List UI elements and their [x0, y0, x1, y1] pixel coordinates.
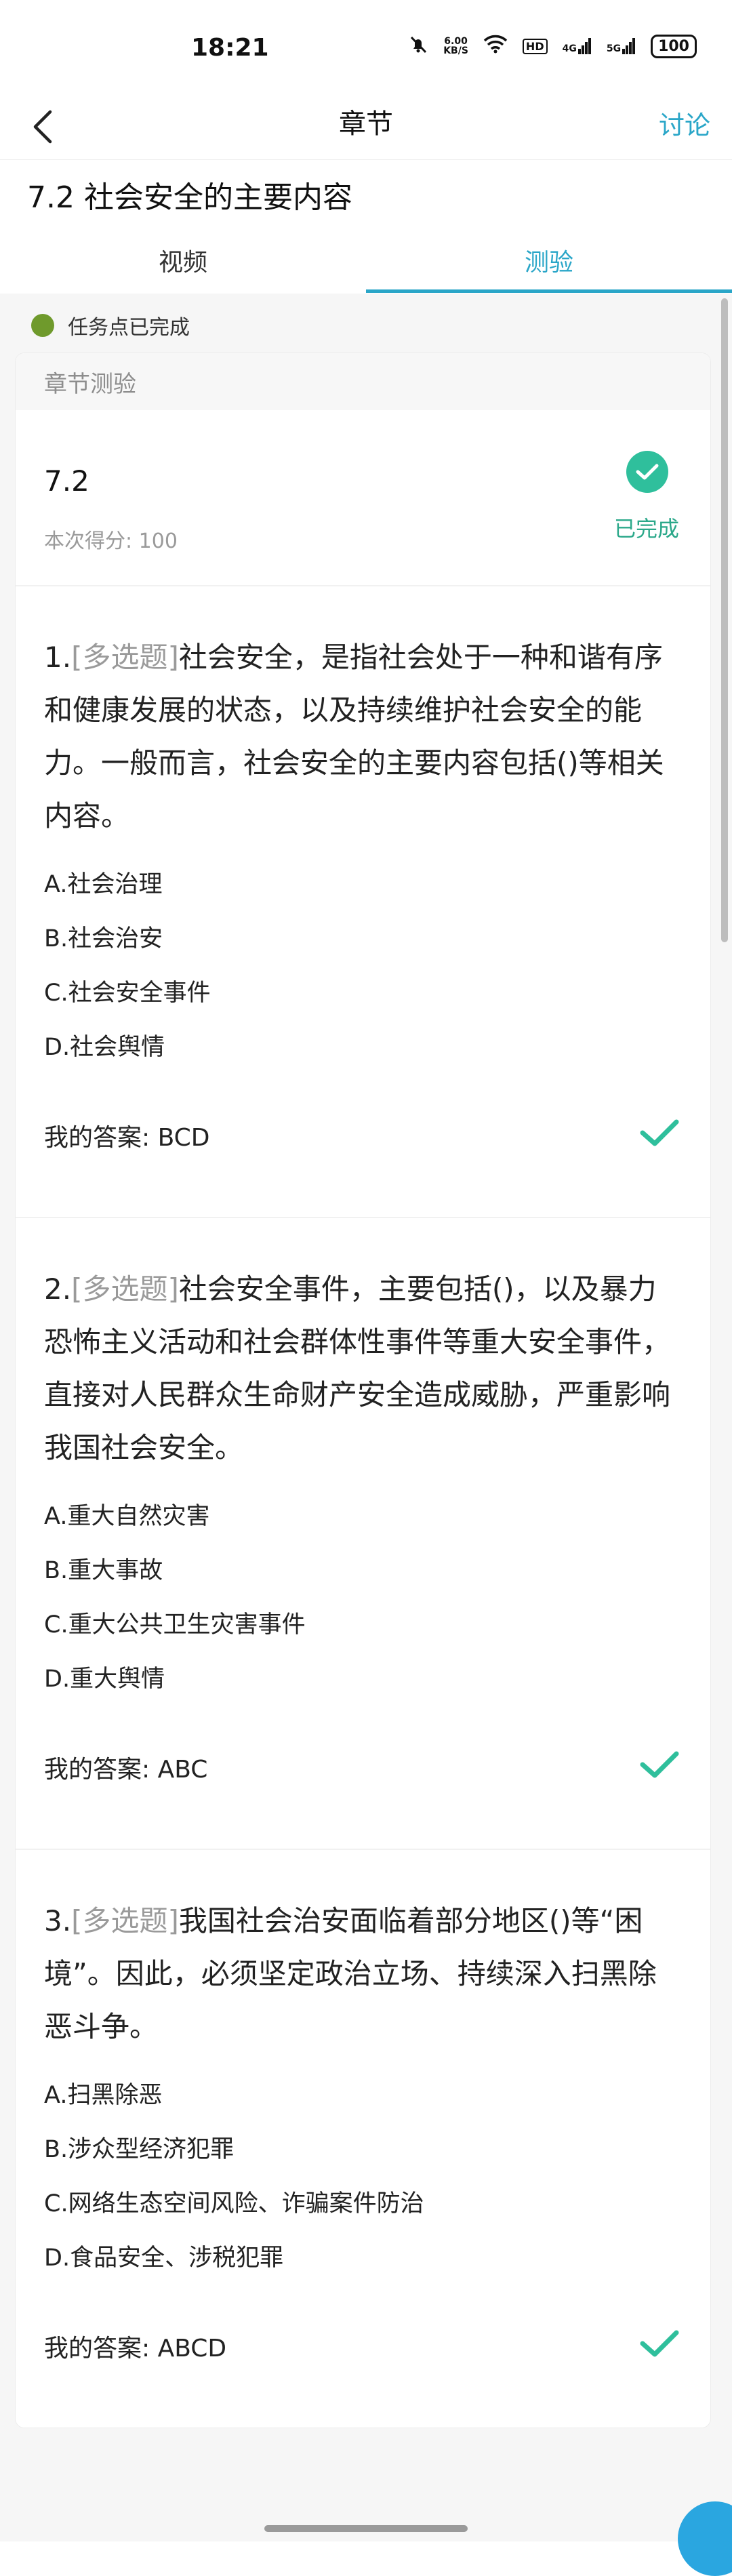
options-list: A.社会治理 B.社会治安 C.社会安全事件 D.社会舆情	[44, 858, 682, 1074]
status-bar: 18:21 6.00 KB/S HD 4G 5G 100	[0, 0, 732, 95]
signal-5g-label: 5G	[606, 43, 622, 54]
options-list: A.重大自然灾害 B.重大事故 C.重大公共卫生灾害事件 D.重大舆情	[44, 1489, 682, 1706]
option-d: D.重大舆情	[44, 1666, 165, 1693]
check-circle-icon	[626, 451, 668, 493]
question-text: 3.[多选题]我国社会治安面临着部分地区()等“困境”。因此，必须坚定政治立场、…	[44, 1850, 682, 2053]
mute-bell-icon	[408, 34, 428, 58]
quiz-score: 本次得分: 100	[44, 529, 178, 553]
battery-indicator: 100	[651, 34, 697, 58]
scrollbar[interactable]	[721, 298, 728, 942]
my-answer-row: 我的答案: ABC	[44, 1743, 682, 1792]
signal-4g: 4G	[563, 38, 592, 54]
tab-quiz[interactable]: 测验	[366, 227, 732, 294]
status-time: 18:21	[191, 34, 269, 62]
option-b: B.涉众型经济犯罪	[44, 2136, 235, 2163]
nav-bar: 章节 讨论	[0, 95, 732, 160]
net-speed-value: 6.00	[444, 36, 468, 47]
task-status: 任务点已完成	[31, 310, 190, 340]
options-list: A.扫黑除恶 B.涉众型经济犯罪 C.网络生态空间风险、诈骗案件防治 D.食品安…	[44, 2068, 682, 2285]
net-speed: 6.00 KB/S	[443, 37, 468, 56]
question-number: 1.	[44, 641, 72, 674]
question-1: 1.[多选题]社会安全，是指社会处于一种和谐有序和健康发展的状态，以及持续维护社…	[16, 586, 710, 1218]
signal-5g: 5G	[607, 38, 636, 54]
option-c: C.网络生态空间风险、诈骗案件防治	[44, 2190, 424, 2217]
question-text: 1.[多选题]社会安全，是指社会处于一种和谐有序和健康发展的状态，以及持续维护社…	[44, 586, 682, 843]
nav-title: 章节	[339, 108, 393, 140]
page-title: 7.2 社会安全的主要内容	[27, 180, 352, 215]
question-type: [多选题]	[71, 1272, 179, 1306]
option-b: B.社会治安	[44, 925, 163, 952]
card-header: 章节测验	[16, 353, 710, 410]
task-complete-dot-icon	[31, 314, 54, 337]
quiz-name: 7.2	[44, 464, 89, 498]
tab-bar: 视频 测验	[0, 227, 732, 294]
option-a: A.重大自然灾害	[44, 1503, 210, 1530]
my-answer-row: 我的答案: BCD	[44, 1111, 682, 1160]
home-indicator[interactable]	[264, 2525, 468, 2532]
signal-bars-icon	[622, 38, 636, 54]
task-status-label: 任务点已完成	[68, 316, 190, 340]
signal-bars-icon	[577, 38, 591, 54]
my-answer: 我的答案: ABCD	[44, 2335, 227, 2362]
completed-label: 已完成	[613, 516, 679, 542]
question-number: 3.	[44, 1904, 72, 1937]
question-text: 2.[多选题]社会安全事件，主要包括()，以及暴力恐怖主义活动和社会群体性事件等…	[44, 1218, 682, 1474]
check-icon	[640, 1750, 679, 1786]
my-answer: 我的答案: BCD	[44, 1124, 210, 1152]
tab-video[interactable]: 视频	[0, 227, 366, 294]
question-number: 2.	[44, 1272, 72, 1306]
my-answer: 我的答案: ABC	[44, 1756, 208, 1784]
active-tab-indicator	[366, 289, 732, 293]
question-type: [多选题]	[71, 641, 179, 674]
question-2: 2.[多选题]社会安全事件，主要包括()，以及暴力恐怖主义活动和社会群体性事件等…	[16, 1218, 710, 1850]
option-d: D.食品安全、涉税犯罪	[44, 2245, 284, 2272]
net-speed-unit: KB/S	[443, 45, 468, 56]
question-type: [多选题]	[71, 1904, 179, 1937]
quiz-card: 章节测验 7.2 本次得分: 100 已完成 1.[多选题]社会安全，是指社会处…	[15, 353, 711, 2428]
question-3: 3.[多选题]我国社会治安面临着部分地区()等“困境”。因此，必须坚定政治立场、…	[16, 1850, 710, 2426]
my-answer-row: 我的答案: ABCD	[44, 2322, 682, 2371]
hd-badge: HD	[522, 38, 548, 54]
quiz-summary[interactable]: 7.2 本次得分: 100 已完成	[16, 410, 710, 586]
option-c: C.重大公共卫生灾害事件	[44, 1611, 306, 1638]
check-icon	[640, 2329, 679, 2364]
check-icon	[640, 1118, 679, 1154]
option-b: B.重大事故	[44, 1557, 163, 1584]
status-icons: 6.00 KB/S HD 4G 5G 100	[408, 34, 697, 58]
discuss-button[interactable]: 讨论	[659, 104, 710, 142]
option-a: A.社会治理	[44, 871, 163, 898]
wifi-icon	[483, 35, 508, 58]
signal-4g-label: 4G	[562, 43, 577, 54]
option-d: D.社会舆情	[44, 1034, 165, 1061]
option-c: C.社会安全事件	[44, 980, 211, 1007]
option-a: A.扫黑除恶	[44, 2082, 163, 2109]
